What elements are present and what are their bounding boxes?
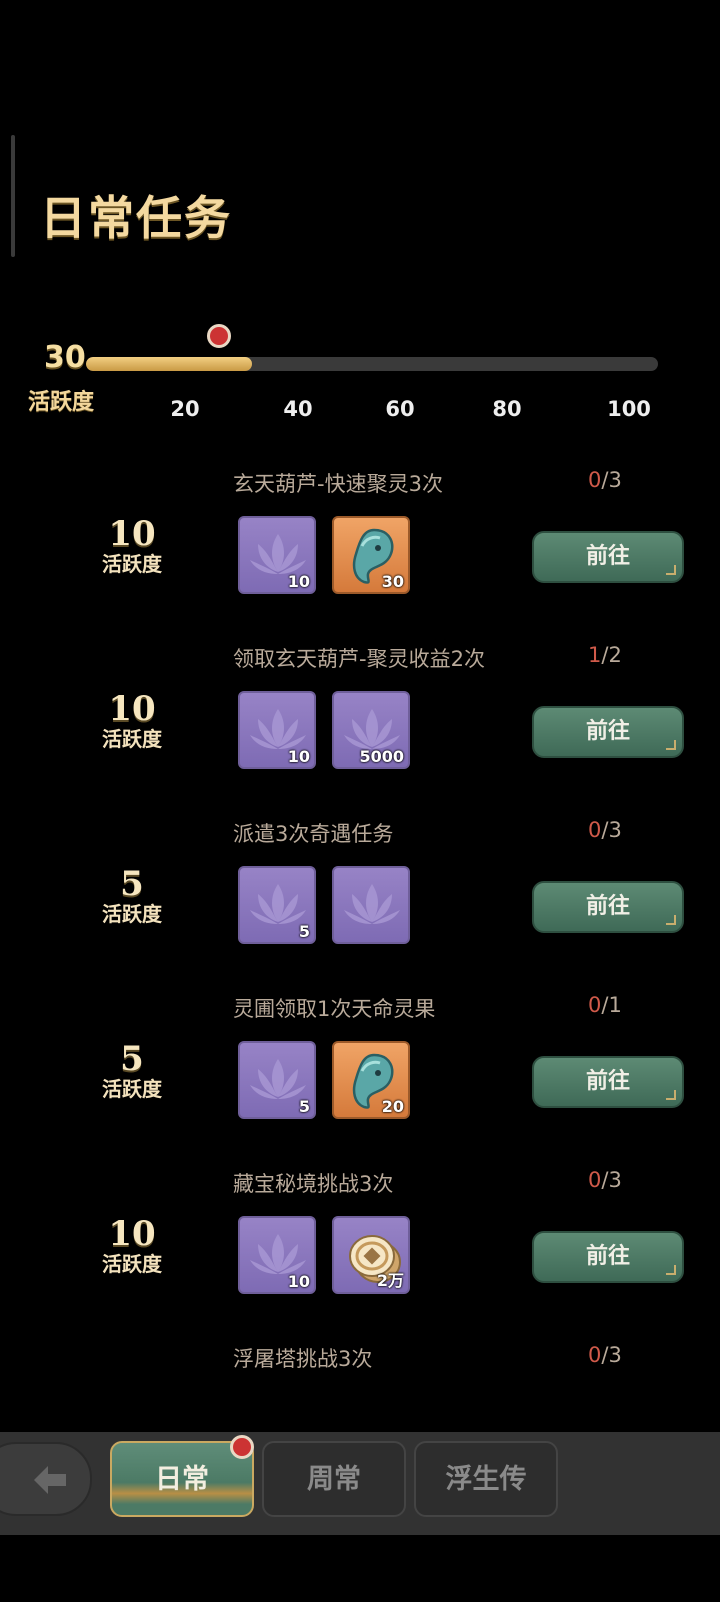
reward-quantity: 10 [287, 1272, 310, 1291]
go-button[interactable]: 前往 [532, 706, 684, 758]
task-name: 玄天葫芦-快速聚灵3次 [233, 472, 443, 496]
reward-quantity: 10 [287, 572, 310, 591]
task-progress-total: /2 [601, 643, 622, 667]
back-button[interactable] [0, 1442, 92, 1516]
reward-item[interactable]: 10 [238, 691, 316, 769]
task-progress-total: /3 [601, 1168, 622, 1192]
task-list: 玄天葫芦-快速聚灵3次 0/3 10 活跃度 10 30 前往 领取玄天葫芦-聚灵收益2次 1/… [0, 0, 720, 1420]
reward-quantity: 5000 [359, 747, 404, 766]
tab-weekly[interactable]: 周常 [262, 1441, 406, 1517]
reward-quantity: 20 [381, 1097, 404, 1116]
task-name: 灵圃领取1次天命灵果 [233, 997, 436, 1021]
task-progress-count: 0/1 [588, 993, 622, 1017]
task-name: 派遣3次奇遇任务 [233, 822, 394, 846]
task-progress-done: 1 [588, 643, 602, 667]
task-name: 领取玄天葫芦-聚灵收益2次 [233, 647, 485, 671]
task-points-value: 5 [120, 864, 144, 904]
reward-item[interactable]: 10 [238, 516, 316, 594]
task-activity-points: 10 活跃度 [62, 1216, 202, 1276]
task-progress-count: 0/3 [588, 818, 622, 842]
reward-quantity: 5 [298, 922, 310, 941]
task-progress-count: 0/3 [588, 1343, 622, 1367]
task-activity-points: 5 活跃度 [62, 866, 202, 926]
task-points-label: 活跃度 [102, 727, 162, 751]
go-button[interactable]: 前往 [532, 531, 684, 583]
task-activity-points: 10 活跃度 [62, 516, 202, 576]
lotus-icon [344, 884, 400, 924]
task-progress-count: 0/3 [588, 468, 622, 492]
task-name: 浮屠塔挑战3次 [233, 1347, 373, 1371]
task-activity-points: 5 活跃度 [62, 1041, 202, 1101]
task-name: 藏宝秘境挑战3次 [233, 1172, 394, 1196]
task-progress-done: 0 [588, 818, 602, 842]
task-progress-total: /3 [601, 468, 622, 492]
reward-item[interactable]: 2万 [332, 1216, 410, 1294]
reward-item[interactable]: 20 [332, 1041, 410, 1119]
task-progress-count: 0/3 [588, 1168, 622, 1192]
arrow-left-icon [34, 1466, 66, 1494]
task-activity-points: 10 活跃度 [62, 691, 202, 751]
go-button[interactable]: 前往 [532, 881, 684, 933]
reward-item[interactable]: 10 [238, 1216, 316, 1294]
reward-quantity: 10 [287, 747, 310, 766]
reward-quantity: 5 [298, 1097, 310, 1116]
tab-daily-notification-dot [230, 1435, 254, 1459]
task-points-label: 活跃度 [102, 1252, 162, 1276]
task-row: 派遣3次奇遇任务 0/3 5 活跃度 5 前往 [0, 818, 720, 993]
task-points-label: 活跃度 [102, 552, 162, 576]
task-progress-count: 1/2 [588, 643, 622, 667]
task-progress-total: /1 [601, 993, 622, 1017]
task-row: 领取玄天葫芦-聚灵收益2次 1/2 10 活跃度 10 5000 前往 [0, 643, 720, 818]
reward-quantity: 30 [381, 572, 404, 591]
reward-item[interactable]: 5 [238, 1041, 316, 1119]
task-points-value: 5 [120, 1039, 144, 1079]
reward-item[interactable]: 5 [238, 866, 316, 944]
task-progress-done: 0 [588, 1168, 602, 1192]
task-row: 灵圃领取1次天命灵果 0/1 5 活跃度 5 20 前往 [0, 993, 720, 1168]
task-progress-total: /3 [601, 818, 622, 842]
task-points-value: 10 [108, 514, 156, 554]
task-row: 藏宝秘境挑战3次 0/3 10 活跃度 10 2万 前往 [0, 1168, 720, 1343]
reward-item[interactable]: 5000 [332, 691, 410, 769]
task-progress-done: 0 [588, 468, 602, 492]
task-progress-done: 0 [588, 993, 602, 1017]
tab-fusheng[interactable]: 浮生传 [414, 1441, 558, 1517]
task-points-label: 活跃度 [102, 1077, 162, 1101]
go-button[interactable]: 前往 [532, 1056, 684, 1108]
reward-quantity: 2万 [376, 1271, 404, 1290]
task-row: 浮屠塔挑战3次 0/3 [0, 1343, 720, 1420]
reward-item[interactable] [332, 866, 410, 944]
task-points-value: 10 [108, 689, 156, 729]
task-points-value: 10 [108, 1214, 156, 1254]
task-progress-done: 0 [588, 1343, 602, 1367]
task-progress-total: /3 [601, 1343, 622, 1367]
go-button[interactable]: 前往 [532, 1231, 684, 1283]
task-row: 玄天葫芦-快速聚灵3次 0/3 10 活跃度 10 30 前往 [0, 468, 720, 643]
reward-item[interactable]: 30 [332, 516, 410, 594]
task-points-label: 活跃度 [102, 902, 162, 926]
